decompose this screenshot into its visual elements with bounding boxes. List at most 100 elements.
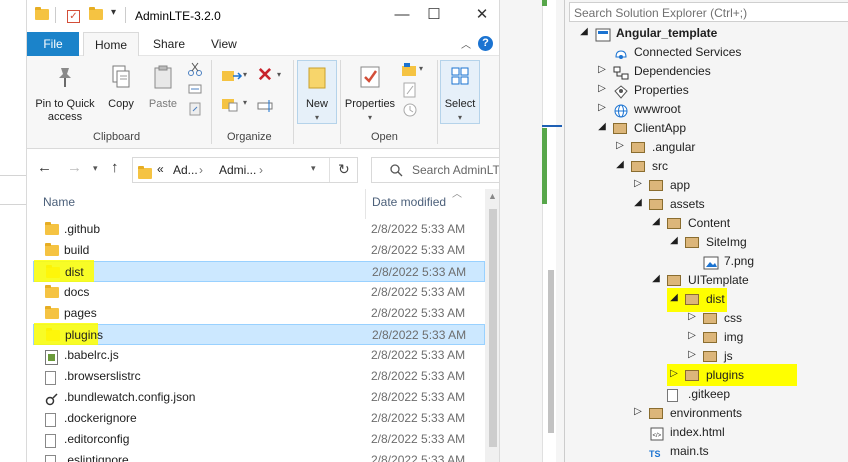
breadcrumb-ad[interactable]: Ad... [173,163,198,177]
file-row[interactable]: plugins 2/8/2022 5:33 AM [33,323,485,345]
pin-to-quick-access-button[interactable]: Pin to Quick access [31,64,99,124]
tree-node[interactable]: ▷ img [565,328,848,347]
tree-node[interactable]: ◢ Angular_template [565,24,848,43]
select-button[interactable]: Select ▾ [441,64,479,124]
expand-arrow-icon[interactable]: ▷ [669,368,679,379]
file-row[interactable]: build 2/8/2022 5:33 AM [27,240,499,261]
move-to-dropdown-icon[interactable]: ▾ [243,70,247,79]
scrollbar-thumb[interactable] [489,209,497,447]
collapse-arrow-icon[interactable]: ◢ [651,216,661,227]
file-row[interactable]: .github 2/8/2022 5:33 AM [27,219,499,240]
copy-to-icon[interactable] [221,96,243,114]
customize-toolbar-icon[interactable]: ▾ [111,7,116,18]
tree-node[interactable]: ▷ Dependencies [565,62,848,81]
expand-arrow-icon[interactable]: ▷ [597,83,607,94]
breadcrumb-separator[interactable]: › [199,163,203,177]
collapse-arrow-icon[interactable]: ◢ [651,273,661,284]
column-separator[interactable] [365,189,366,219]
maximize-button[interactable]: ☐ [419,4,449,26]
delete-icon[interactable]: ✕ [257,64,273,87]
tree-node[interactable]: .gitkeep [565,385,848,404]
rename-icon[interactable] [257,98,275,114]
address-overflow[interactable]: « [157,162,164,176]
file-row[interactable]: .bundlewatch.config.json 2/8/2022 5:33 AM [27,387,499,408]
tab-view[interactable]: View [200,32,248,56]
tab-share[interactable]: Share [142,32,196,56]
tree-node[interactable]: 7.png [565,252,848,271]
column-header-name[interactable]: Name [43,189,75,215]
new-button[interactable]: New ▾ [298,64,336,124]
tree-node[interactable]: ▷ Properties [565,81,848,100]
tree-node[interactable]: ▷ environments [565,404,848,423]
file-row[interactable]: .browserslistrc 2/8/2022 5:33 AM [27,366,499,387]
file-row[interactable]: .babelrc.js 2/8/2022 5:33 AM [27,345,499,366]
collapse-arrow-icon[interactable]: ◢ [669,235,679,246]
expand-arrow-icon[interactable]: ▷ [597,102,607,113]
address-dropdown-icon[interactable]: ▾ [311,163,316,174]
recent-locations-icon[interactable]: ▾ [93,163,98,174]
up-arrow-icon[interactable]: ↑ [111,159,119,176]
tree-node[interactable]: TS main.ts [565,442,848,461]
tree-node[interactable]: </> index.html [565,423,848,442]
address-field[interactable]: « Ad... › Admi... › ▾ ↻ [132,157,358,183]
expand-arrow-icon[interactable]: ▷ [687,349,697,360]
new-folder-quick-icon[interactable] [89,7,103,23]
cut-icon[interactable] [187,62,203,76]
copy-button[interactable]: Copy [101,64,141,111]
move-to-icon[interactable] [221,68,243,86]
file-row[interactable]: docs 2/8/2022 5:33 AM [27,282,499,303]
editor-scrollbar[interactable] [548,270,554,433]
expand-arrow-icon[interactable]: ▷ [687,311,697,322]
tree-node[interactable]: ◢ dist [565,288,848,312]
solution-search-input[interactable]: Search Solution Explorer (Ctrl+;) [569,2,848,22]
tree-node[interactable]: Connected Services [565,43,848,62]
breadcrumb-admin[interactable]: Admi... [219,163,256,177]
tree-node[interactable]: ◢ ClientApp [565,119,848,138]
search-input[interactable]: Search AdminLTE-3.2.0 [371,157,499,183]
properties-button[interactable]: Properties ▾ [342,64,398,124]
properties-quick-icon[interactable]: ✓ [67,8,80,23]
collapse-arrow-icon[interactable]: ◢ [597,121,607,132]
expand-arrow-icon[interactable]: ▷ [633,406,643,417]
back-arrow-icon[interactable]: ← [37,159,52,176]
scroll-up-icon[interactable]: ▲ [488,191,497,201]
paste-button[interactable]: Paste [143,64,183,111]
collapse-arrow-icon[interactable]: ◢ [615,159,625,170]
tree-node[interactable]: ◢ assets [565,195,848,214]
tree-node[interactable]: ▷ .angular [565,138,848,157]
open-dropdown-icon[interactable]: ▾ [419,64,423,73]
file-row[interactable]: .editorconfig 2/8/2022 5:33 AM [27,429,499,450]
help-icon[interactable]: ? [478,36,493,51]
breadcrumb-separator[interactable]: › [259,163,263,177]
history-icon[interactable] [401,102,419,118]
file-row[interactable]: dist 2/8/2022 5:33 AM [33,260,485,282]
tree-node[interactable]: ▷ plugins [565,364,848,386]
file-row[interactable]: .dockerignore 2/8/2022 5:33 AM [27,408,499,429]
tree-node[interactable]: ◢ src [565,157,848,176]
column-header-date[interactable]: Date modified [372,189,446,215]
edit-icon[interactable] [401,82,419,98]
expand-arrow-icon[interactable]: ▷ [597,64,607,75]
tree-node[interactable]: ◢ SiteImg [565,233,848,252]
refresh-icon[interactable]: ↻ [338,161,350,178]
collapse-arrow-icon[interactable]: ◢ [669,292,679,303]
file-row[interactable]: .eslintignore 2/8/2022 5:33 AM [27,450,499,462]
tab-file[interactable]: File [27,32,79,56]
tree-node[interactable]: ▷ css [565,309,848,328]
forward-arrow-icon[interactable]: → [67,159,82,176]
expand-arrow-icon[interactable]: ▷ [615,140,625,151]
file-row[interactable]: pages 2/8/2022 5:33 AM [27,303,499,324]
paste-shortcut-icon[interactable] [187,102,203,116]
copy-path-icon[interactable] [187,82,203,96]
minimize-button[interactable]: — [387,4,417,26]
tree-node[interactable]: ▷ wwwroot [565,100,848,119]
delete-dropdown-icon[interactable]: ▾ [277,70,281,79]
expand-arrow-icon[interactable]: ▷ [633,178,643,189]
open-icon[interactable] [401,62,419,78]
tab-home[interactable]: Home [83,32,140,56]
tree-node[interactable]: ▷ app [565,176,848,195]
copy-to-dropdown-icon[interactable]: ▾ [243,98,247,107]
vertical-scrollbar[interactable]: ▲ [485,189,499,462]
collapse-ribbon-icon[interactable]: ︿ [461,36,471,51]
collapse-arrow-icon[interactable]: ◢ [579,26,589,37]
